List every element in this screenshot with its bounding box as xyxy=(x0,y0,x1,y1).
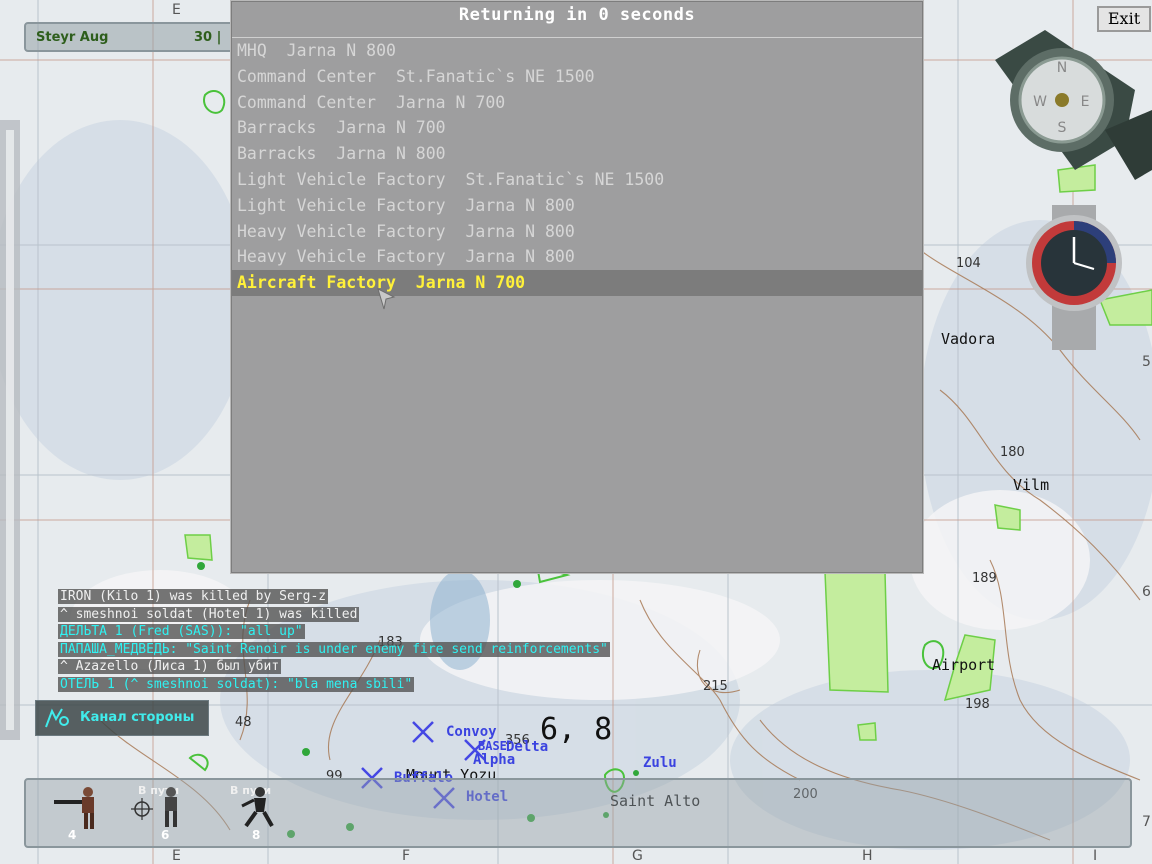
group-marker[interactable]: Convoy xyxy=(446,724,497,740)
weapon-name: Steyr Aug xyxy=(36,30,109,45)
chat-line: ОТЕЛЬ 1 (^ smeshnoi soldat): "bla mena s… xyxy=(58,676,415,692)
grid-letter-bottom: F xyxy=(402,848,411,864)
soldier-running-icon[interactable] xyxy=(236,786,280,828)
compass-icon[interactable]: N W E S xyxy=(985,20,1152,200)
chat-line: ДЕЛЬТА 1 (Fred (SAS)): "all up" xyxy=(58,624,305,639)
grid-letter-bottom: E xyxy=(172,848,181,864)
respawn-item-selected[interactable]: Aircraft Factory Jarna N 700 xyxy=(232,270,922,296)
respawn-item[interactable]: Command Center Jarna N 700 xyxy=(232,90,922,116)
height-label: 198 xyxy=(965,697,990,712)
group-marker[interactable]: Alpha xyxy=(473,752,515,768)
respawn-item[interactable]: Heavy Vehicle Factory Jarna N 800 xyxy=(232,219,922,245)
svg-text:W: W xyxy=(1033,94,1047,110)
grid-letter-bottom: I xyxy=(1093,848,1098,864)
watch-icon xyxy=(1026,205,1122,350)
grid-letter-bottom: H xyxy=(862,848,873,864)
chat-log: IRON (Kilo 1) was killed by Serg-z ^ sme… xyxy=(58,588,610,693)
svg-text:S: S xyxy=(1058,120,1067,136)
soldier-icon[interactable] xyxy=(151,786,187,828)
respawn-item[interactable]: Light Vehicle Factory Jarna N 800 xyxy=(232,193,922,219)
group-marker[interactable]: BASE xyxy=(478,739,507,753)
weapon-bar: Steyr Aug 30 | xyxy=(24,22,238,52)
place-label: Airport xyxy=(932,656,996,674)
respawn-item[interactable]: Barracks Jarna N 700 xyxy=(232,115,922,141)
chat-line: ^ smeshnoi soldat (Hotel 1) was killed xyxy=(58,606,360,622)
chat-line: ^ Azazello (Лиса 1) был убит xyxy=(58,659,282,674)
radio-icon xyxy=(45,708,69,728)
height-label: 180 xyxy=(1000,445,1025,460)
respawn-dialog: Returning in 0 seconds MHQ Jarna N 800 C… xyxy=(230,0,924,574)
svg-text:E: E xyxy=(1081,94,1090,110)
arrow-cursor-icon xyxy=(377,288,396,310)
height-label: 189 xyxy=(972,571,997,586)
channel-label: Канал стороны xyxy=(80,710,195,725)
height-label: 48 xyxy=(235,715,252,730)
respawn-item[interactable]: Command Center St.Fanatic`s NE 1500 xyxy=(232,64,922,90)
height-label: 104 xyxy=(956,256,981,271)
soldier-gunner-icon[interactable] xyxy=(48,784,102,830)
place-label: Vadora xyxy=(941,330,996,348)
crosshair-icon[interactable] xyxy=(131,798,153,820)
respawn-item[interactable]: Heavy Vehicle Factory Jarna N 800 xyxy=(232,244,922,270)
place-label: Vilm xyxy=(1013,476,1050,494)
grid-number-right: 7 xyxy=(1142,814,1151,830)
grid-number-right: 6 xyxy=(1142,584,1151,600)
group-marker[interactable]: Zulu xyxy=(643,755,677,771)
respawn-list[interactable]: MHQ Jarna N 800 Command Center St.Fanati… xyxy=(232,37,922,572)
chat-channel[interactable]: Канал стороны xyxy=(35,700,209,736)
unit-number: 6 xyxy=(161,828,170,842)
svg-text:N: N xyxy=(1057,60,1067,76)
respawn-item[interactable]: Barracks Jarna N 800 xyxy=(232,141,922,167)
unit-number: 8 xyxy=(252,828,261,842)
grid-letter-top: E xyxy=(172,2,181,18)
grid-letter-bottom: G xyxy=(632,848,643,864)
respawn-item[interactable]: MHQ Jarna N 800 xyxy=(232,38,922,64)
respawn-item[interactable]: Light Vehicle Factory St.Fanatic`s NE 15… xyxy=(232,167,922,193)
dialog-title: Returning in 0 seconds xyxy=(458,5,696,25)
chat-line: ПАПАША_МЕДВЕДЬ: "Saint Renoir is under e… xyxy=(58,641,610,657)
weapon-ammo: 30 | xyxy=(194,30,222,45)
squad-bar: 4 В пути 6 В пути 8 xyxy=(24,778,1132,848)
grid-number-right: 5 xyxy=(1142,354,1151,370)
height-label: 215 xyxy=(703,679,728,694)
unit-number: 4 xyxy=(68,828,77,842)
grid-readout: 6, 8 xyxy=(540,712,613,747)
chat-line: IRON (Kilo 1) was killed by Serg-z xyxy=(58,589,329,604)
